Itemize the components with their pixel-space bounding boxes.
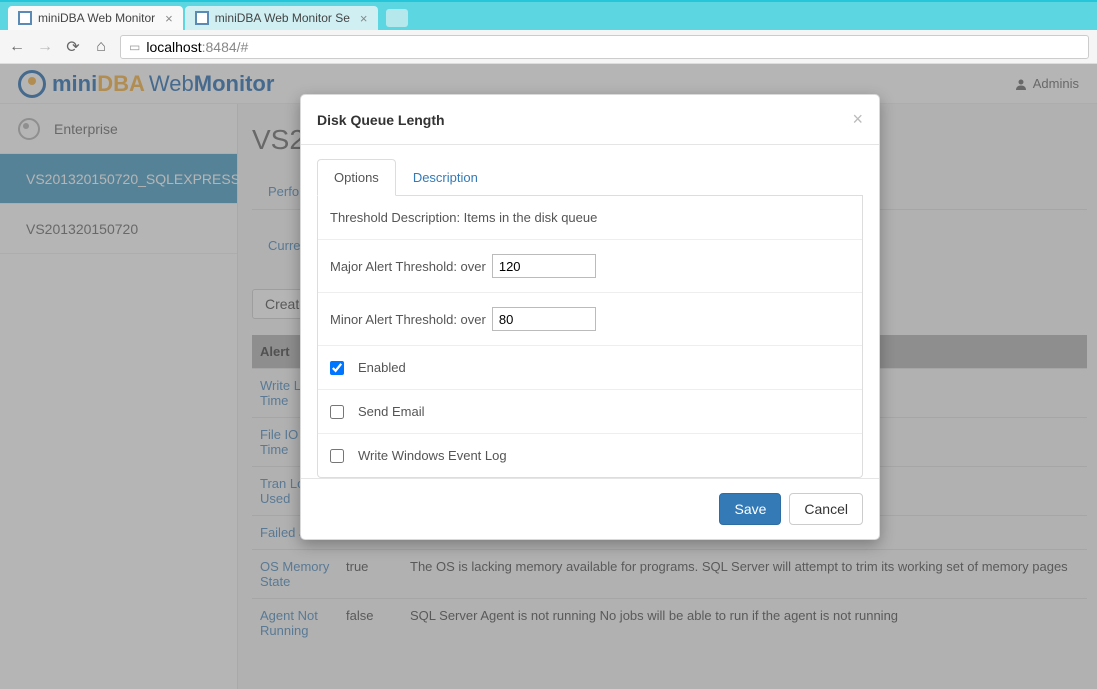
modal-tabs: Options Description <box>317 159 863 196</box>
save-button[interactable]: Save <box>719 493 781 525</box>
new-tab-button[interactable] <box>386 9 408 27</box>
send-email-row: Send Email <box>318 390 862 434</box>
enabled-checkbox[interactable] <box>330 361 344 375</box>
event-log-label: Write Windows Event Log <box>358 448 507 463</box>
minor-threshold-label: Minor Alert Threshold: over <box>330 312 486 327</box>
major-threshold-row: Major Alert Threshold: over <box>318 240 862 293</box>
enabled-label: Enabled <box>358 360 406 375</box>
browser-chrome: miniDBA Web Monitor × miniDBA Web Monito… <box>0 0 1097 64</box>
tab-description[interactable]: Description <box>396 159 495 196</box>
favicon-icon <box>195 11 209 25</box>
major-threshold-label: Major Alert Threshold: over <box>330 259 486 274</box>
threshold-description: Threshold Description: Items in the disk… <box>318 196 862 240</box>
url-path: :8484/# <box>202 39 249 55</box>
page-icon: ▭ <box>129 40 140 54</box>
close-icon[interactable]: × <box>360 11 368 26</box>
reload-icon[interactable]: ⟳ <box>64 37 82 57</box>
browser-tab-label: miniDBA Web Monitor <box>38 11 155 25</box>
home-icon[interactable]: ⌂ <box>92 38 110 56</box>
close-icon[interactable]: × <box>852 109 863 130</box>
event-log-checkbox[interactable] <box>330 449 344 463</box>
cancel-button[interactable]: Cancel <box>789 493 863 525</box>
close-icon[interactable]: × <box>165 11 173 26</box>
browser-tab-inactive[interactable]: miniDBA Web Monitor Se × <box>185 6 378 30</box>
send-email-checkbox[interactable] <box>330 405 344 419</box>
send-email-label: Send Email <box>358 404 424 419</box>
major-threshold-input[interactable] <box>492 254 596 278</box>
modal-title: Disk Queue Length <box>317 112 852 128</box>
tab-options[interactable]: Options <box>317 159 396 196</box>
modal-header: Disk Queue Length × <box>301 95 879 145</box>
url-host: localhost <box>146 39 201 55</box>
forward-icon[interactable]: → <box>36 38 54 56</box>
modal-body: Options Description Threshold Descriptio… <box>301 145 879 478</box>
favicon-icon <box>18 11 32 25</box>
minor-threshold-row: Minor Alert Threshold: over <box>318 293 862 346</box>
browser-tab-label: miniDBA Web Monitor Se <box>215 11 350 25</box>
tab-strip: miniDBA Web Monitor × miniDBA Web Monito… <box>0 2 1097 30</box>
enabled-row: Enabled <box>318 346 862 390</box>
back-icon[interactable]: ← <box>8 38 26 56</box>
address-bar: ← → ⟳ ⌂ ▭ localhost:8484/# <box>0 30 1097 64</box>
modal-dialog: Disk Queue Length × Options Description … <box>300 94 880 540</box>
url-input[interactable]: ▭ localhost:8484/# <box>120 35 1089 59</box>
modal-footer: Save Cancel <box>301 478 879 539</box>
options-panel: Threshold Description: Items in the disk… <box>317 196 863 478</box>
minor-threshold-input[interactable] <box>492 307 596 331</box>
browser-tab-active[interactable]: miniDBA Web Monitor × <box>8 6 183 30</box>
event-log-row: Write Windows Event Log <box>318 434 862 477</box>
